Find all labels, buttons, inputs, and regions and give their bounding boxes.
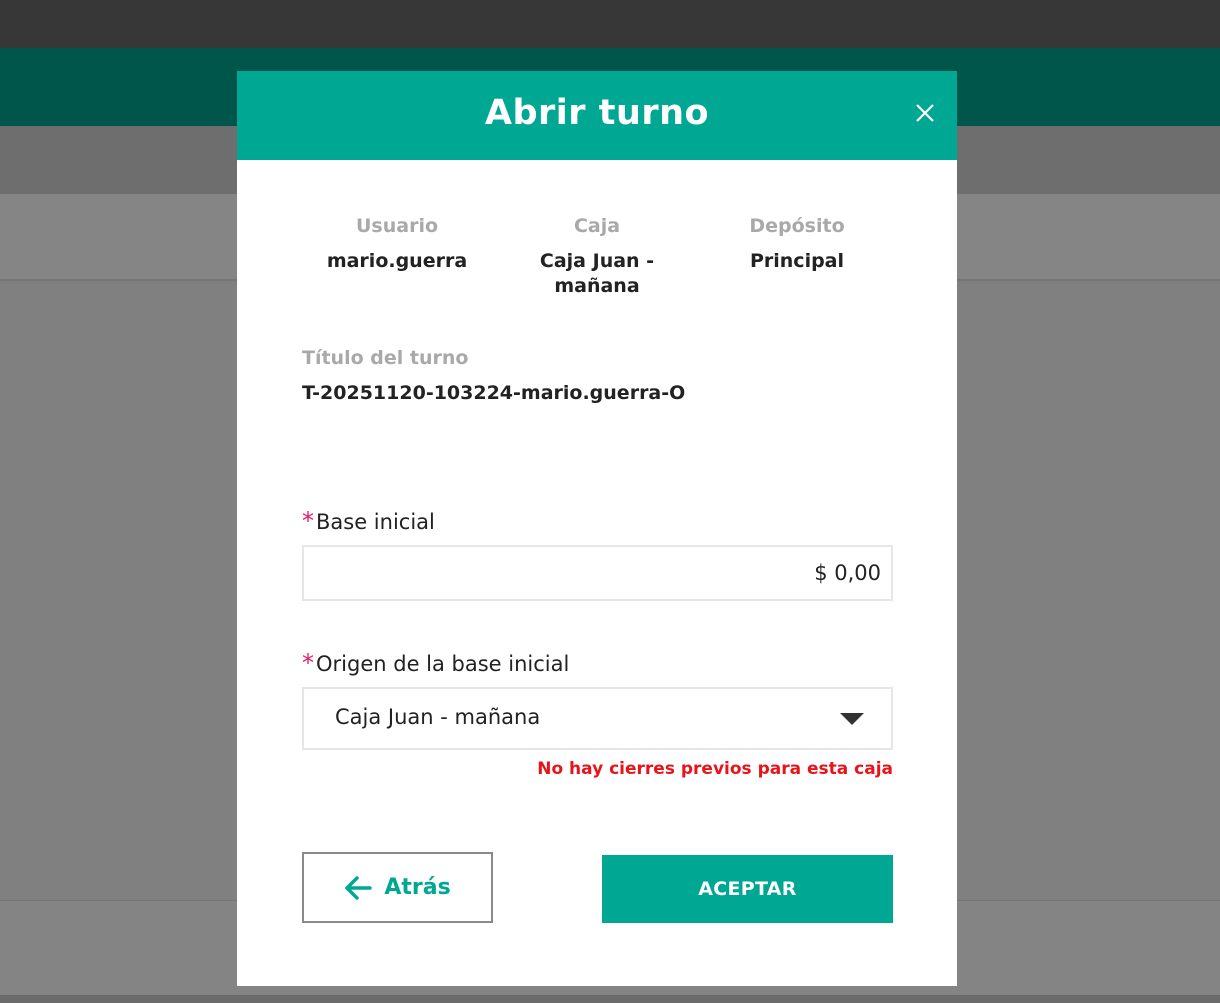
close-button[interactable] (907, 95, 943, 131)
base-origin-error: No hay cierres previos para esta caja (537, 759, 893, 779)
background-bottom-bar (0, 995, 1220, 1003)
cash-register-info: Caja Caja Juan - mañana (497, 214, 697, 299)
base-amount-input[interactable] (302, 545, 893, 601)
base-origin-select[interactable]: Caja Juan - mañana (302, 687, 893, 750)
base-amount-label-text: Base inicial (316, 510, 435, 534)
required-marker: * (302, 649, 314, 677)
cash-register-label: Caja (573, 215, 621, 237)
dialog-header: Abrir turno (237, 71, 957, 160)
back-button[interactable]: Atrás (302, 852, 493, 923)
caret-down-icon (840, 713, 864, 725)
close-icon (916, 104, 934, 122)
shift-title-label: Título del turno (302, 347, 469, 369)
depot-info: Depósito Principal (697, 214, 897, 299)
shift-info-row: Usuario mario.guerra Caja Caja Juan - ma… (297, 214, 897, 299)
required-marker: * (302, 507, 314, 535)
user-value: mario.guerra (326, 250, 468, 272)
base-origin-selected-value: Caja Juan - mañana (335, 705, 541, 729)
base-origin-label: *Origen de la base inicial (302, 649, 569, 677)
open-shift-dialog: Abrir turno Usuario mario.guerra Caja Ca… (237, 71, 957, 986)
arrow-left-icon (345, 875, 373, 900)
background-topbar (0, 0, 1220, 48)
shift-title-value: T-20251120-103224-mario.guerra-O (302, 382, 686, 404)
dialog-title: Abrir turno (484, 93, 710, 133)
back-button-label: Atrás (384, 875, 451, 900)
user-info: Usuario mario.guerra (297, 214, 497, 299)
depot-label: Depósito (749, 215, 845, 237)
depot-value: Principal (749, 250, 845, 272)
accept-button[interactable]: ACEPTAR (602, 855, 893, 923)
accept-button-label: ACEPTAR (698, 878, 797, 900)
cash-register-value: Caja Juan - mañana (539, 250, 655, 297)
base-amount-label: *Base inicial (302, 507, 435, 535)
user-label: Usuario (355, 215, 439, 237)
base-origin-label-text: Origen de la base inicial (316, 652, 570, 676)
